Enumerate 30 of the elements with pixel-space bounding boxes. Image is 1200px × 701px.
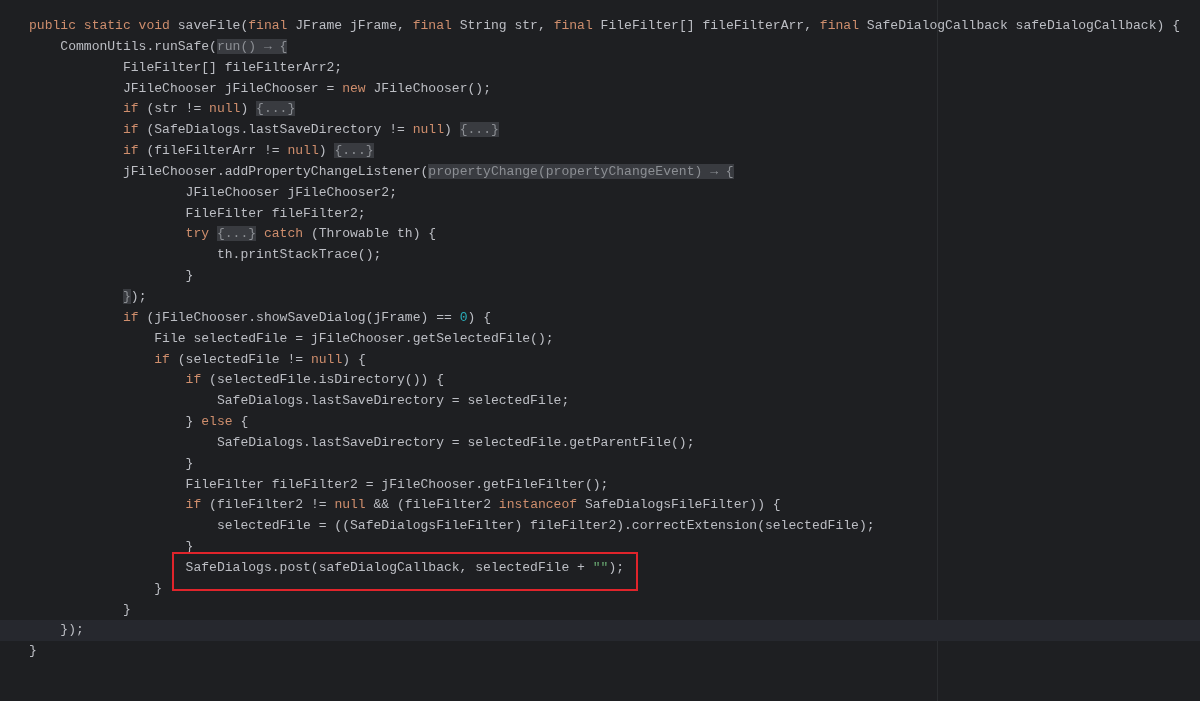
code-line: SafeDialogs.post(safeDialogCallback, selectedFile + "");	[185, 559, 625, 575]
code-line: FileFilter[] fileFilterArr2;	[122, 59, 343, 75]
code-line: try {...} catch (Throwable th) {	[185, 226, 437, 242]
code-line: CommonUtils.runSafe(run() → {	[60, 38, 288, 54]
code-line: public static void saveFile(final JFrame jFrame, final String str, final FileFilter[] fileFilterArr, final SafeDialogCallback safeDialogCallback) {	[29, 18, 1180, 33]
code-line: if (SafeDialogs.lastSaveDirectory != null) {...}	[122, 122, 499, 138]
code-line: if (selectedFile != null) {	[154, 351, 366, 367]
code-line: jFileChooser.addPropertyChangeListener(propertyChange(propertyChangeEvent) → {	[122, 163, 734, 179]
code-line: }	[122, 601, 131, 617]
code-line: FileFilter fileFilter2 = jFileChooser.getFileFilter();	[185, 476, 609, 492]
code-line: if (jFileChooser.showSaveDialog(jFrame) == 0) {	[122, 309, 491, 325]
code-line: }	[29, 643, 37, 659]
code-line: FileFilter fileFilter2;	[185, 205, 366, 221]
code-line: });	[122, 288, 147, 304]
code-line: JFileChooser jFileChooser2;	[185, 184, 397, 200]
code-line: SafeDialogs.lastSaveDirectory = selectedFile.getParentFile();	[216, 434, 695, 450]
code-line: SafeDialogs.lastSaveDirectory = selectedFile;	[216, 393, 570, 409]
code-line: if (fileFilterArr != null) {...}	[122, 143, 374, 159]
code-line: if (str != null) {...}	[122, 101, 296, 117]
code-line: });	[60, 622, 84, 638]
code-line: }	[185, 268, 194, 284]
code-line: if (selectedFile.isDirectory()) {	[185, 372, 444, 388]
code-line: } else {	[185, 414, 249, 430]
code-line: selectedFile = ((SafeDialogsFileFilter) fileFilter2).correctExtension(selectedFile);	[216, 518, 875, 534]
code-line: File selectedFile = jFileChooser.getSelectedFile();	[154, 330, 554, 346]
code-line: JFileChooser jFileChooser = new JFileChooser();	[122, 80, 491, 96]
code-line: th.printStackTrace();	[216, 247, 382, 263]
code-line: }	[185, 455, 194, 471]
code-line: if (fileFilter2 != null && (fileFilter2 instanceof SafeDialogsFileFilter)) {	[185, 497, 781, 513]
code-line: }	[154, 580, 163, 596]
